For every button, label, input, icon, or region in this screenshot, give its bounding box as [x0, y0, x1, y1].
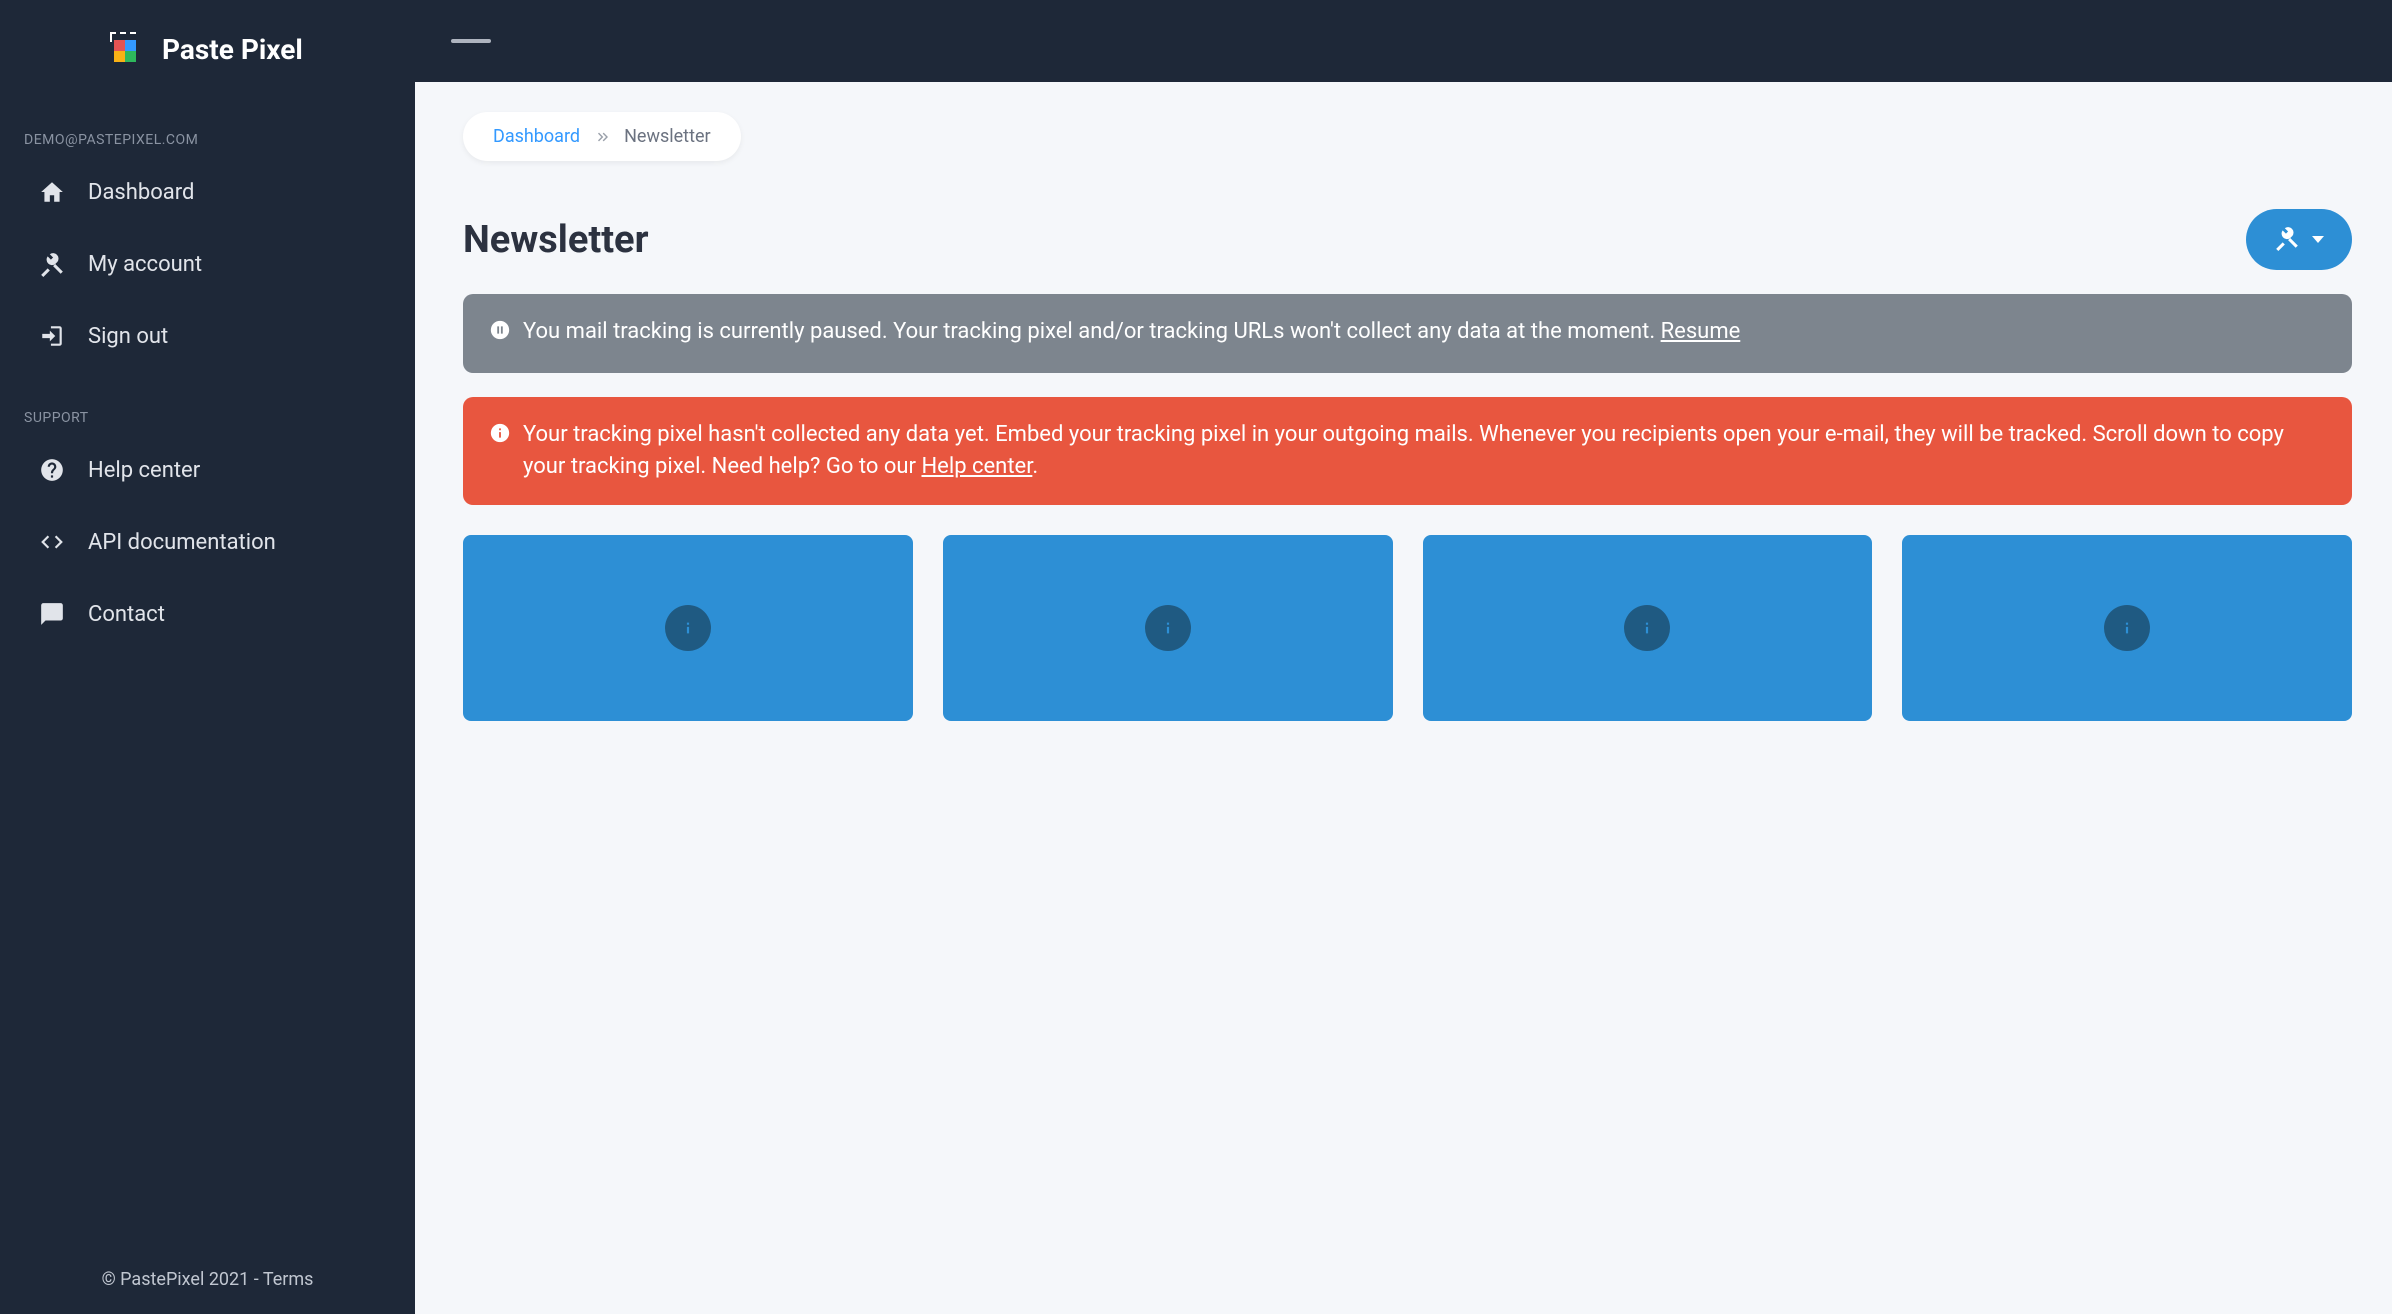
- sidebar-item-my-account[interactable]: My account: [0, 228, 415, 300]
- wrench-icon: [2274, 225, 2300, 254]
- alert-text: Your tracking pixel hasn't collected any…: [523, 422, 2284, 479]
- stat-card[interactable]: [463, 535, 913, 721]
- sidebar-item-sign-out[interactable]: Sign out: [0, 300, 415, 372]
- sidebar-item-contact[interactable]: Contact: [0, 578, 415, 650]
- breadcrumb-root[interactable]: Dashboard: [493, 126, 580, 147]
- info-icon: [2104, 605, 2150, 651]
- copyright-text: © PastePixel 2021 -: [102, 1269, 263, 1290]
- sidebar-footer: © PastePixel 2021 - Terms: [0, 1245, 415, 1314]
- terms-link[interactable]: Terms: [263, 1269, 314, 1290]
- brand-name: Paste Pixel: [162, 33, 303, 66]
- alert-no-data: Your tracking pixel hasn't collected any…: [463, 397, 2352, 505]
- sidebar-item-label: Help center: [88, 458, 200, 483]
- sidebar-item-label: Dashboard: [88, 180, 194, 205]
- stat-card[interactable]: [1902, 535, 2352, 721]
- main: Dashboard Newsletter Newsletter: [415, 0, 2392, 1314]
- breadcrumb-current: Newsletter: [624, 126, 711, 147]
- tools-dropdown-button[interactable]: [2246, 209, 2352, 270]
- stat-cards: [463, 535, 2352, 721]
- page-title: Newsletter: [463, 218, 649, 262]
- chat-icon: [38, 600, 66, 628]
- home-icon: [38, 178, 66, 206]
- sidebar: Paste Pixel DEMO@PASTEPIXEL.COM Dashboar…: [0, 0, 415, 1314]
- question-icon: [38, 456, 66, 484]
- brand[interactable]: Paste Pixel: [0, 0, 415, 94]
- pause-icon: [489, 319, 511, 351]
- caret-down-icon: [2312, 236, 2324, 243]
- sidebar-item-help-center[interactable]: Help center: [0, 434, 415, 506]
- breadcrumb: Dashboard Newsletter: [463, 112, 741, 161]
- sidebar-item-label: Sign out: [88, 324, 168, 349]
- stat-card[interactable]: [1423, 535, 1873, 721]
- sidebar-item-label: API documentation: [88, 530, 276, 555]
- sidebar-item-label: My account: [88, 252, 202, 277]
- alert-text: You mail tracking is currently paused. Y…: [523, 319, 1661, 344]
- user-email-label: DEMO@PASTEPIXEL.COM: [0, 94, 415, 156]
- signout-icon: [38, 322, 66, 350]
- info-icon: [1145, 605, 1191, 651]
- alert-body: Your tracking pixel hasn't collected any…: [523, 419, 2326, 483]
- menu-toggle-icon[interactable]: [451, 28, 491, 54]
- topbar: [415, 0, 2392, 82]
- info-icon: [489, 422, 511, 483]
- chevron-double-right-icon: [594, 129, 610, 145]
- help-center-link[interactable]: Help center: [921, 454, 1032, 479]
- resume-link[interactable]: Resume: [1661, 319, 1741, 344]
- alert-tracking-paused: You mail tracking is currently paused. Y…: [463, 294, 2352, 373]
- code-icon: [38, 528, 66, 556]
- support-section-label: SUPPORT: [0, 372, 415, 434]
- alert-body: You mail tracking is currently paused. Y…: [523, 316, 1740, 351]
- info-icon: [665, 605, 711, 651]
- sidebar-item-dashboard[interactable]: Dashboard: [0, 156, 415, 228]
- sidebar-item-label: Contact: [88, 602, 165, 627]
- stat-card[interactable]: [943, 535, 1393, 721]
- alert-suffix: .: [1032, 454, 1038, 479]
- sidebar-item-api-documentation[interactable]: API documentation: [0, 506, 415, 578]
- info-icon: [1624, 605, 1670, 651]
- logo-icon: [110, 32, 144, 66]
- tools-icon: [38, 250, 66, 278]
